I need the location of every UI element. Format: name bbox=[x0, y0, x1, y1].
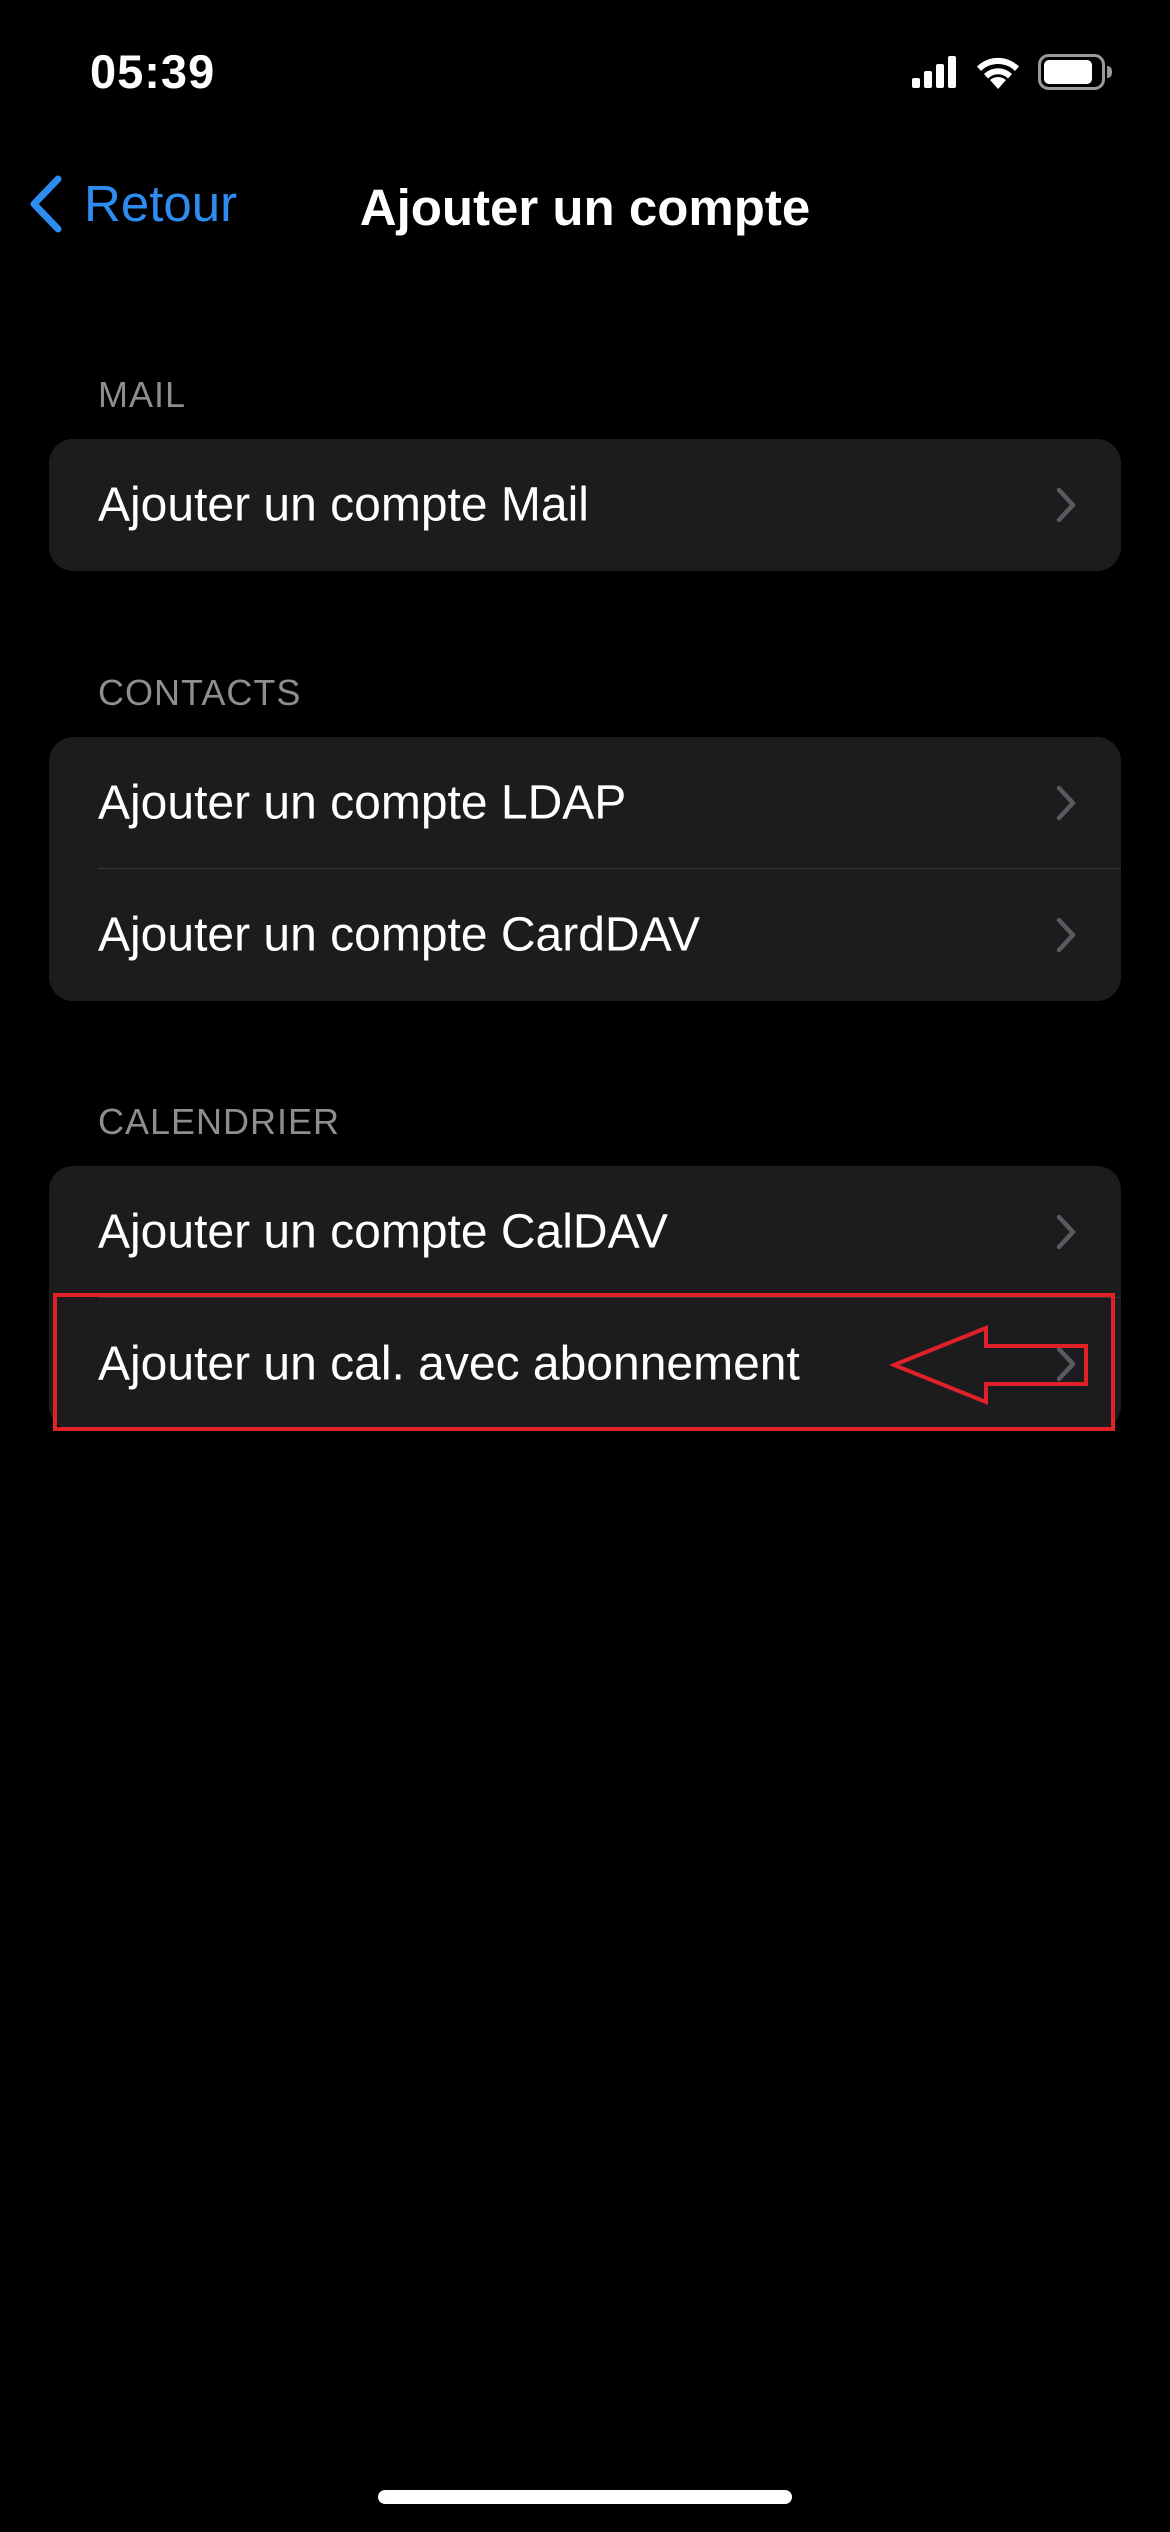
chevron-right-icon bbox=[1056, 1214, 1076, 1250]
chevron-right-icon bbox=[1056, 917, 1076, 953]
signal-icon bbox=[912, 56, 956, 88]
chevron-right-icon bbox=[1056, 487, 1076, 523]
page-title: Ajouter un compte bbox=[359, 179, 811, 236]
chevron-right-icon bbox=[1056, 785, 1076, 821]
wifi-icon bbox=[977, 57, 1019, 89]
row-label: Ajouter un compte CardDAV bbox=[98, 908, 701, 962]
row-add-subscribed-calendar[interactable]: Ajouter un cal. avec abonnement bbox=[49, 1298, 1121, 1430]
row-add-caldav-account[interactable]: Ajouter un compte CalDAV bbox=[49, 1166, 1121, 1298]
group-calendar: Ajouter un compte CalDAV Ajouter un cal.… bbox=[49, 1166, 1121, 1430]
navigation-bar: Retour Ajouter un compte bbox=[0, 160, 1170, 256]
home-indicator bbox=[378, 2490, 792, 2504]
status-time: 05:39 bbox=[90, 45, 216, 98]
row-label: Ajouter un compte LDAP bbox=[98, 776, 627, 830]
row-add-carddav-account[interactable]: Ajouter un compte CardDAV bbox=[49, 869, 1121, 1001]
section-header-contacts: CONTACTS bbox=[98, 672, 302, 713]
status-icons bbox=[912, 54, 1114, 90]
row-add-ldap-account[interactable]: Ajouter un compte LDAP bbox=[49, 737, 1121, 869]
row-label: Ajouter un compte Mail bbox=[98, 478, 589, 532]
row-label: Ajouter un compte CalDAV bbox=[98, 1205, 669, 1259]
battery-icon bbox=[1038, 54, 1112, 90]
group-contacts: Ajouter un compte LDAP Ajouter un compte… bbox=[49, 737, 1121, 1001]
row-label: Ajouter un cal. avec abonnement bbox=[98, 1337, 800, 1391]
section-header-calendar: CALENDRIER bbox=[98, 1101, 341, 1142]
section-header-mail: MAIL bbox=[98, 374, 187, 415]
row-add-mail-account[interactable]: Ajouter un compte Mail bbox=[49, 439, 1121, 571]
chevron-right-icon bbox=[1056, 1346, 1076, 1382]
group-mail: Ajouter un compte Mail bbox=[49, 439, 1121, 571]
status-bar: 05:39 bbox=[0, 0, 1170, 150]
